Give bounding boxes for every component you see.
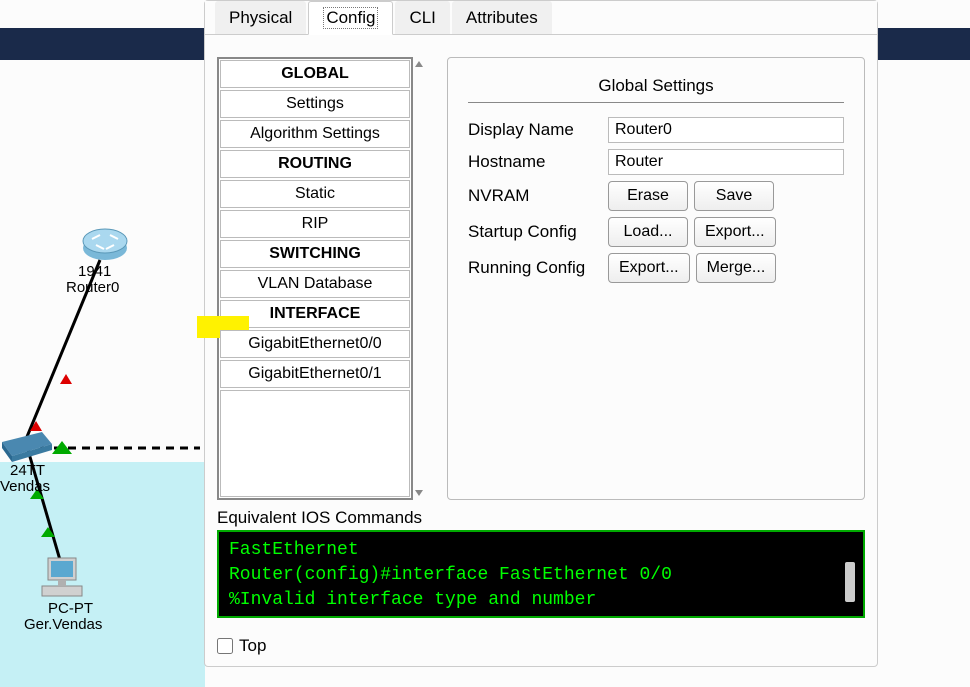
top-label: Top: [239, 636, 266, 656]
tree-item-rip[interactable]: RIP: [220, 210, 410, 238]
tree-item-algorithm-settings[interactable]: Algorithm Settings: [220, 120, 410, 148]
nvram-label: NVRAM: [468, 186, 608, 206]
switch-device[interactable]: [2, 432, 52, 465]
erase-button[interactable]: Erase: [608, 181, 688, 211]
startup-config-label: Startup Config: [468, 222, 608, 242]
save-button[interactable]: Save: [694, 181, 774, 211]
display-name-input[interactable]: [608, 117, 844, 143]
tree-item-settings[interactable]: Settings: [220, 90, 410, 118]
tree-spacer: [220, 390, 410, 497]
tab-attributes[interactable]: Attributes: [452, 1, 552, 34]
router-device[interactable]: [82, 221, 128, 264]
startup-export-button[interactable]: Export...: [694, 217, 776, 247]
settings-title: Global Settings: [468, 76, 844, 96]
tab-config[interactable]: Config: [308, 1, 393, 35]
global-settings-pane: Global Settings Display Name Hostname NV…: [447, 57, 865, 500]
top-checkbox[interactable]: [217, 638, 233, 654]
config-tabs: Physical Config CLI Attributes: [205, 1, 877, 35]
scroll-down-icon[interactable]: [413, 488, 425, 498]
tree-header-global: GLOBAL: [220, 60, 410, 88]
ios-commands-label: Equivalent IOS Commands: [217, 508, 865, 528]
startup-load-button[interactable]: Load...: [608, 217, 688, 247]
ios-terminal[interactable]: FastEthernet Router(config)#interface Fa…: [217, 530, 865, 618]
ios-line-3: %Invalid interface type and number: [229, 588, 853, 613]
tree-item-gig01[interactable]: GigabitEthernet0/1: [220, 360, 410, 388]
tab-physical[interactable]: Physical: [215, 1, 306, 34]
tree-scrollbar[interactable]: [413, 57, 429, 500]
display-name-label: Display Name: [468, 120, 608, 140]
tree-item-static[interactable]: Static: [220, 180, 410, 208]
app-header-bar-left: [0, 28, 205, 60]
hostname-input[interactable]: [608, 149, 844, 175]
running-config-label: Running Config: [468, 258, 608, 278]
tree-header-switching: SWITCHING: [220, 240, 410, 268]
running-export-button[interactable]: Export...: [608, 253, 690, 283]
scroll-up-icon[interactable]: [413, 59, 425, 69]
device-config-panel: Physical Config CLI Attributes GLOBAL Se…: [204, 0, 878, 667]
running-merge-button[interactable]: Merge...: [696, 253, 777, 283]
router-name-label: Router0: [66, 279, 119, 296]
hostname-label: Hostname: [468, 152, 608, 172]
ios-line-2: Router(config)#interface FastEthernet 0/…: [229, 563, 853, 588]
topology-selection-bg: [0, 462, 205, 687]
router-model-label: 1941: [78, 263, 111, 280]
ios-line-1: FastEthernet: [229, 538, 853, 563]
config-tree: GLOBAL Settings Algorithm Settings ROUTI…: [217, 57, 413, 500]
tab-cli[interactable]: CLI: [395, 1, 449, 34]
tree-item-gig00[interactable]: GigabitEthernet0/0: [220, 330, 410, 358]
config-tree-wrapper: GLOBAL Settings Algorithm Settings ROUTI…: [217, 57, 429, 500]
ios-commands-section: Equivalent IOS Commands FastEthernet Rou…: [205, 508, 877, 626]
terminal-scrollbar[interactable]: [845, 562, 855, 602]
settings-divider: [468, 102, 844, 103]
config-body: GLOBAL Settings Algorithm Settings ROUTI…: [205, 35, 877, 508]
ios-line-4: Router(config)#: [229, 614, 853, 618]
tree-item-vlan-database[interactable]: VLAN Database: [220, 270, 410, 298]
tree-header-routing: ROUTING: [220, 150, 410, 178]
pc-device[interactable]: [40, 556, 84, 603]
tab-config-label: Config: [323, 7, 378, 29]
app-header-bar-right: [878, 28, 970, 60]
panel-footer: Top: [205, 626, 877, 666]
